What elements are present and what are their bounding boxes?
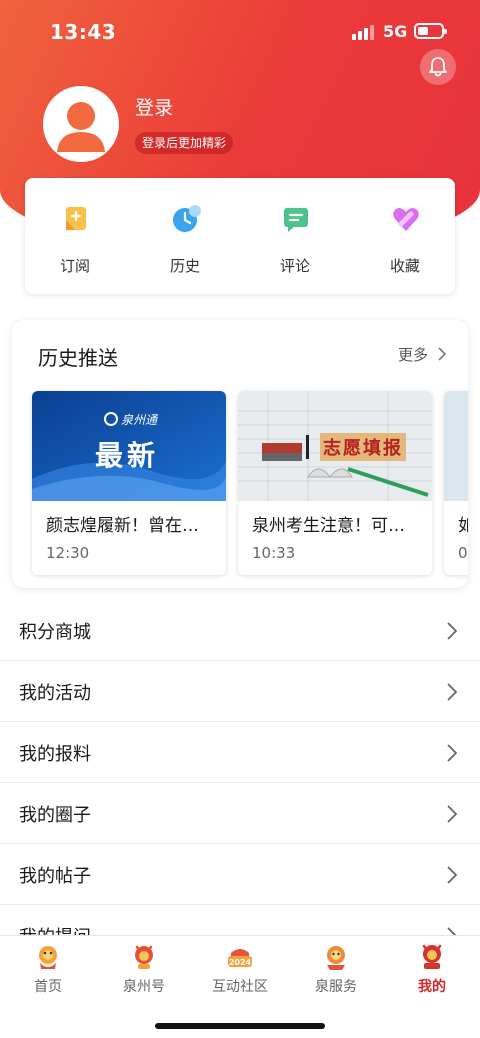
avatar[interactable] <box>43 86 119 162</box>
news-thumbnail: 泉州通 最新 <box>32 391 226 501</box>
quick-action-label: 评论 <box>279 257 310 275</box>
thumbnail-headline: 最新 <box>95 439 160 472</box>
menu-item-my-reports[interactable]: 我的报料 <box>0 722 480 783</box>
quick-action-label: 收藏 <box>389 257 420 275</box>
menu-item-label: 我的活动 <box>19 683 91 704</box>
default-avatar-icon <box>43 86 119 162</box>
tab-home[interactable]: 首页 <box>0 936 96 1002</box>
community-2024-icon: 2024 <box>228 949 252 967</box>
menu-item-points-mall[interactable]: 积分商城 <box>0 600 480 661</box>
news-title: 如 <box>458 511 468 536</box>
history-news-card[interactable]: 如 0 <box>444 391 468 575</box>
menu-item-label: 我的提问 <box>19 923 91 935</box>
history-news-card[interactable]: 泉州通 最新 颜志煌履新！曾在… 12:30 <box>32 391 226 575</box>
network-type: 5G <box>383 22 408 41</box>
news-thumbnail: 志愿填报 <box>238 391 432 501</box>
notification-bell-button[interactable] <box>420 49 456 85</box>
tab-mine[interactable]: 我的 <box>384 936 480 1002</box>
quick-action-label: 订阅 <box>59 257 90 275</box>
status-time: 13:43 <box>50 20 117 44</box>
signal-icon <box>352 24 376 40</box>
tab-label: 首页 <box>34 979 62 995</box>
tab-label: 泉州号 <box>123 979 165 995</box>
tab-label: 泉服务 <box>315 979 357 995</box>
tab-community[interactable]: 2024 互动社区 <box>192 936 288 1002</box>
history-icon <box>173 205 201 232</box>
home-dragon-icon <box>39 946 57 969</box>
menu-item-label: 我的报料 <box>19 744 91 765</box>
news-time: 0 <box>458 544 468 562</box>
quick-action-history[interactable]: 历史 <box>135 178 235 294</box>
quick-action-label: 历史 <box>169 257 200 275</box>
profile-menu-list: 积分商城 我的活动 我的报料 我的圈子 我的帖子 我的提问 <box>0 600 480 935</box>
chevron-right-icon <box>447 744 458 762</box>
news-title: 颜志煌履新！曾在… <box>46 516 199 536</box>
thumbnail-brand: 泉州通 <box>121 413 158 427</box>
menu-item-label: 我的帖子 <box>19 866 91 887</box>
comment-icon <box>284 208 308 232</box>
menu-item-my-questions[interactable]: 我的提问 <box>0 905 480 935</box>
login-hint-badge[interactable]: 登录后更加精彩 <box>135 132 234 154</box>
quick-action-subscribe[interactable]: 订阅 <box>25 178 125 294</box>
tab-label: 互动社区 <box>212 979 268 995</box>
history-news-card[interactable]: 志愿填报 泉州考生注意！可… 10:33 <box>238 391 432 575</box>
more-link[interactable]: 更多 <box>398 344 428 365</box>
battery-icon <box>414 23 447 39</box>
favorite-icon <box>393 208 419 231</box>
chevron-right-icon <box>447 805 458 823</box>
chevron-right-icon <box>447 622 458 640</box>
history-push-section: 历史推送 更多 泉州通 最新 颜志煌履新！曾在… 12:30 志愿填报 泉州考生… <box>12 320 468 588</box>
menu-item-my-circles[interactable]: 我的圈子 <box>0 783 480 844</box>
chevron-right-icon <box>447 927 457 935</box>
thumbnail-headline: 志愿填报 <box>320 433 406 461</box>
quick-action-comment[interactable]: 评论 <box>245 178 345 294</box>
news-title: 泉州考生注意！可… <box>252 516 405 536</box>
status-bar: 13:43 5G <box>0 0 480 64</box>
bell-icon <box>429 57 447 77</box>
chevron-right-icon <box>447 866 458 884</box>
service-dragon-icon <box>327 946 345 970</box>
menu-item-label: 积分商城 <box>19 622 91 643</box>
news-time: 10:33 <box>252 544 296 562</box>
news-thumbnail <box>444 391 468 501</box>
tab-service[interactable]: 泉服务 <box>288 936 384 1002</box>
chevron-right-icon <box>447 683 458 701</box>
menu-item-my-posts[interactable]: 我的帖子 <box>0 844 480 905</box>
tab-quanzhou-hao[interactable]: 泉州号 <box>96 936 192 1002</box>
tab-label: 我的 <box>418 979 446 995</box>
tab-badge-text: 2024 <box>229 958 252 967</box>
login-link[interactable]: 登录 <box>135 93 173 120</box>
menu-item-label: 我的圈子 <box>19 805 91 826</box>
quanzhou-dragon-icon <box>135 945 153 969</box>
home-indicator <box>155 1023 325 1029</box>
mine-dragon-icon <box>422 944 442 969</box>
quick-action-favorite[interactable]: 收藏 <box>355 178 455 294</box>
quick-actions-card: 订阅 历史 评论 收藏 <box>25 178 455 294</box>
menu-item-my-activities[interactable]: 我的活动 <box>0 661 480 722</box>
chevron-right-icon[interactable] <box>438 347 446 361</box>
section-title: 历史推送 <box>38 346 118 370</box>
news-time: 12:30 <box>46 544 90 562</box>
subscribe-icon <box>66 207 86 230</box>
